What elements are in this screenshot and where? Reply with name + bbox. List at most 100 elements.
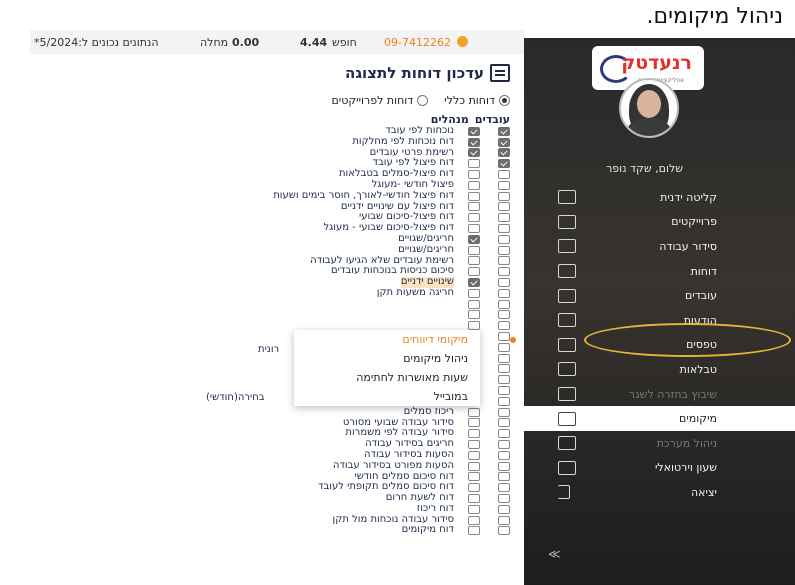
employees-checkbox[interactable]: [498, 224, 510, 234]
managers-checkbox[interactable]: [468, 504, 480, 514]
sidebar-item[interactable]: שעון וירטואלי: [524, 456, 795, 481]
sidebar-item[interactable]: סידור עבודה: [524, 234, 795, 259]
radio-project-reports[interactable]: דוחות לפרוייקטים: [331, 94, 429, 107]
employees-checkbox[interactable]: [498, 310, 510, 320]
employees-checkbox[interactable]: [498, 515, 510, 525]
employees-checkbox[interactable]: [498, 493, 510, 503]
radio-dot[interactable]: [499, 95, 510, 106]
managers-checkbox[interactable]: [468, 310, 480, 320]
managers-checkbox[interactable]: [468, 483, 480, 493]
submenu-item[interactable]: שעות מאושרות לחתימה: [294, 368, 480, 387]
employees-checkbox[interactable]: [498, 256, 510, 266]
employees-checkbox[interactable]: [498, 342, 510, 352]
employees-checkbox[interactable]: [498, 267, 510, 277]
managers-checkbox[interactable]: [468, 515, 480, 525]
employees-checkbox[interactable]: [498, 234, 510, 244]
managers-checkbox[interactable]: [468, 224, 480, 234]
managers-checkbox[interactable]: [468, 418, 480, 428]
radio-dot[interactable]: [417, 95, 429, 106]
managers-checkbox[interactable]: [468, 472, 480, 482]
megaphone-icon: [558, 313, 576, 328]
report-row-label: חריגה משעות תקן: [376, 286, 454, 298]
calendar-icon: [558, 239, 576, 254]
submenu-item[interactable]: ניהול מיקומים: [294, 349, 480, 368]
managers-checkbox[interactable]: [468, 180, 480, 190]
sidebar-item[interactable]: מיקומים: [524, 406, 795, 431]
employees-checkbox[interactable]: [498, 418, 510, 428]
submenu-item[interactable]: במובייל: [294, 387, 480, 406]
employees-checkbox[interactable]: [498, 126, 510, 136]
employees-checkbox[interactable]: [498, 332, 510, 342]
managers-checkbox[interactable]: [468, 267, 480, 277]
managers-checkbox[interactable]: [468, 245, 480, 255]
employees-checkbox[interactable]: [498, 504, 510, 514]
managers-checkbox[interactable]: [468, 299, 480, 309]
employees-checkbox[interactable]: [498, 170, 510, 180]
employees-checkbox[interactable]: [498, 353, 510, 363]
employees-checkbox[interactable]: [498, 278, 510, 288]
employees-checkbox[interactable]: [498, 386, 510, 396]
employees-checkbox[interactable]: [498, 429, 510, 439]
page-caption: ניהול מיקומים.: [646, 4, 783, 29]
avatar[interactable]: [619, 78, 679, 138]
sidebar-item[interactable]: הודעות: [524, 308, 795, 333]
managers-checkbox[interactable]: [468, 450, 480, 460]
managers-checkbox[interactable]: [468, 407, 480, 417]
employees-checkbox[interactable]: [498, 364, 510, 374]
phone-number[interactable]: 09-7412262: [384, 36, 451, 49]
managers-checkbox[interactable]: [468, 137, 480, 147]
report-row: דוח נוכחות לפי מחלקות: [40, 136, 510, 148]
employees-checkbox[interactable]: [498, 396, 510, 406]
sidebar-item[interactable]: פרוייקטים: [524, 210, 795, 235]
sidebar-item[interactable]: קליטה ידנית: [524, 185, 795, 210]
sidebar-item[interactable]: טבלאות: [524, 357, 795, 382]
managers-checkbox[interactable]: [468, 493, 480, 503]
employees-checkbox[interactable]: [498, 202, 510, 212]
managers-checkbox[interactable]: [468, 191, 480, 201]
employees-checkbox[interactable]: [498, 461, 510, 471]
managers-checkbox[interactable]: [468, 429, 480, 439]
employees-checkbox[interactable]: [498, 483, 510, 493]
sidebar-item[interactable]: יציאה: [524, 480, 795, 505]
managers-checkbox[interactable]: [468, 440, 480, 449]
managers-checkbox[interactable]: [468, 213, 480, 223]
sidebar-item[interactable]: ניהול מערכת: [524, 431, 795, 456]
managers-checkbox[interactable]: [468, 256, 480, 266]
employees-checkbox[interactable]: [498, 299, 510, 309]
sidebar-item[interactable]: דוחות: [524, 259, 795, 284]
managers-checkbox[interactable]: [468, 202, 480, 212]
sidebar-item[interactable]: טפסים: [524, 333, 795, 358]
employees-checkbox[interactable]: [498, 440, 510, 449]
sick-label: מחלה: [200, 35, 229, 49]
employees-checkbox[interactable]: [498, 148, 510, 158]
managers-checkbox[interactable]: [468, 526, 480, 536]
radio-general-reports[interactable]: דוחות כללי: [444, 94, 510, 107]
sidebar-item[interactable]: עובדים: [524, 283, 795, 308]
employees-checkbox[interactable]: [498, 137, 510, 147]
employees-checkbox[interactable]: [498, 191, 510, 201]
keyboard-icon: [558, 190, 576, 205]
sidebar-item[interactable]: שיבוץ בחזרה לשגר: [524, 382, 795, 407]
managers-checkbox[interactable]: [468, 321, 480, 331]
employees-checkbox[interactable]: [498, 288, 510, 298]
employees-checkbox[interactable]: [498, 245, 510, 255]
managers-checkbox[interactable]: [468, 461, 480, 471]
employees-checkbox[interactable]: [498, 321, 510, 331]
collapse-sidebar-icon[interactable]: ≫: [548, 547, 561, 561]
employees-checkbox[interactable]: [498, 526, 510, 536]
employees-checkbox[interactable]: [498, 407, 510, 417]
managers-checkbox[interactable]: [468, 278, 480, 288]
managers-checkbox[interactable]: [468, 234, 480, 244]
managers-checkbox[interactable]: [468, 288, 480, 298]
submenu-item[interactable]: מיקומי דיווחים: [294, 330, 480, 349]
employees-checkbox[interactable]: [498, 159, 510, 169]
employees-checkbox[interactable]: [498, 180, 510, 190]
managers-checkbox[interactable]: [468, 148, 480, 158]
employees-checkbox[interactable]: [498, 472, 510, 482]
employees-checkbox[interactable]: [498, 450, 510, 460]
managers-checkbox[interactable]: [468, 159, 480, 169]
managers-checkbox[interactable]: [468, 170, 480, 180]
managers-checkbox[interactable]: [468, 126, 480, 136]
employees-checkbox[interactable]: [498, 213, 510, 223]
employees-checkbox[interactable]: [498, 375, 510, 385]
